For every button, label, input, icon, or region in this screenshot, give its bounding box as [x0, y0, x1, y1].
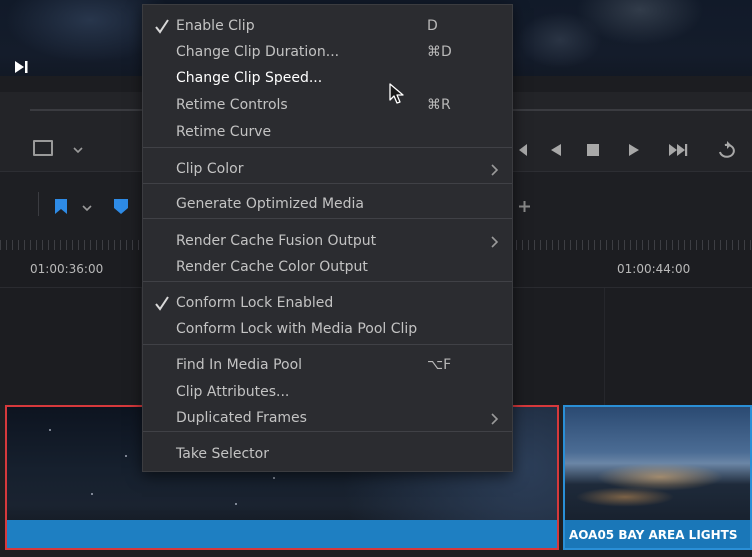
menu-item-label: Clip Color: [176, 161, 244, 177]
toolbar-divider: [38, 192, 39, 216]
chevron-right-icon: [491, 413, 499, 425]
menu-item-take-selector[interactable]: Take Selector: [143, 442, 512, 468]
prev-frame-icon[interactable]: [515, 142, 531, 158]
menu-shortcut: ⌘R: [427, 97, 451, 113]
chevron-down-icon[interactable]: [82, 203, 92, 213]
menu-item-clip-attributes[interactable]: Clip Attributes...: [143, 380, 512, 406]
menu-item-label: Render Cache Color Output: [176, 259, 368, 275]
menu-shortcut: D: [427, 18, 438, 34]
clip-name-bar: AOA05 BAY AREA LIGHTS: [565, 520, 750, 548]
menu-item-conform-lock-with-media-pool-clip[interactable]: Conform Lock with Media Pool Clip: [143, 317, 512, 343]
clip-name: AOA05 BAY AREA LIGHTS: [569, 528, 738, 542]
menu-item-enable-clip[interactable]: Enable Clip D: [143, 14, 512, 40]
menu-item-duplicated-frames[interactable]: Duplicated Frames: [143, 406, 512, 432]
stop-icon[interactable]: [585, 142, 601, 158]
menu-item-retime-curve[interactable]: Retime Curve: [143, 120, 512, 146]
menu-item-label: Change Clip Duration...: [176, 44, 340, 60]
viewer-mode-icon[interactable]: [33, 140, 53, 156]
checkmark-icon: [155, 296, 169, 311]
menu-item-clip-color[interactable]: Clip Color: [143, 157, 512, 183]
menu-item-label: Conform Lock with Media Pool Clip: [176, 321, 418, 337]
chevron-right-icon: [491, 236, 499, 248]
mouse-cursor-icon: [389, 83, 404, 104]
timecode-label: 01:00:36:00: [30, 262, 104, 276]
play-icon[interactable]: [626, 142, 642, 158]
timeline-clip[interactable]: AOA05 BAY AREA LIGHTS: [563, 405, 752, 550]
next-clip-icon[interactable]: [668, 142, 688, 158]
loop-icon[interactable]: [716, 140, 738, 160]
menu-separator: [143, 183, 512, 184]
play-start-icon[interactable]: [13, 59, 29, 75]
menu-item-retime-controls[interactable]: Retime Controls ⌘R: [143, 93, 512, 119]
menu-shortcut: ⌘D: [427, 44, 452, 60]
menu-item-change-clip-speed[interactable]: Change Clip Speed...: [143, 66, 512, 92]
menu-separator: [143, 218, 512, 219]
menu-item-label: Clip Attributes...: [176, 384, 290, 400]
menu-item-conform-lock-enabled[interactable]: Conform Lock Enabled: [143, 291, 512, 317]
menu-item-generate-optimized-media[interactable]: Generate Optimized Media: [143, 192, 512, 218]
menu-item-label: Generate Optimized Media: [176, 196, 364, 212]
menu-item-render-cache-fusion-output[interactable]: Render Cache Fusion Output: [143, 229, 512, 255]
menu-item-render-cache-color-output[interactable]: Render Cache Color Output: [143, 255, 512, 281]
menu-item-change-clip-duration[interactable]: Change Clip Duration... ⌘D: [143, 40, 512, 66]
add-icon[interactable]: [519, 201, 530, 212]
menu-separator: [143, 344, 512, 345]
menu-separator: [143, 431, 512, 432]
timecode-label: 01:00:44:00: [617, 262, 691, 276]
menu-item-label: Enable Clip: [176, 18, 255, 34]
menu-item-find-in-media-pool[interactable]: Find In Media Pool ⌥F: [143, 353, 512, 379]
menu-separator: [143, 147, 512, 148]
menu-item-label: Duplicated Frames: [176, 410, 307, 426]
clip-context-menu: Enable Clip D Change Clip Duration... ⌘D Cha…: [142, 4, 513, 472]
menu-item-label: Take Selector: [176, 446, 269, 462]
chevron-down-icon[interactable]: [73, 145, 83, 155]
menu-item-label: Change Clip Speed...: [176, 70, 323, 86]
menu-item-label: Render Cache Fusion Output: [176, 233, 377, 249]
menu-item-label: Find In Media Pool: [176, 357, 303, 373]
menu-separator: [143, 281, 512, 282]
menu-shortcut: ⌥F: [427, 357, 452, 373]
menu-item-label: Conform Lock Enabled: [176, 295, 334, 311]
marker-icon[interactable]: [114, 199, 128, 214]
chevron-right-icon: [491, 164, 499, 176]
menu-item-label: Retime Controls: [176, 97, 288, 113]
menu-item-label: Retime Curve: [176, 124, 272, 140]
play-reverse-icon[interactable]: [548, 142, 564, 158]
checkmark-icon: [155, 19, 169, 34]
flag-marker-icon[interactable]: [55, 199, 67, 214]
clip-name-bar: [7, 520, 557, 548]
